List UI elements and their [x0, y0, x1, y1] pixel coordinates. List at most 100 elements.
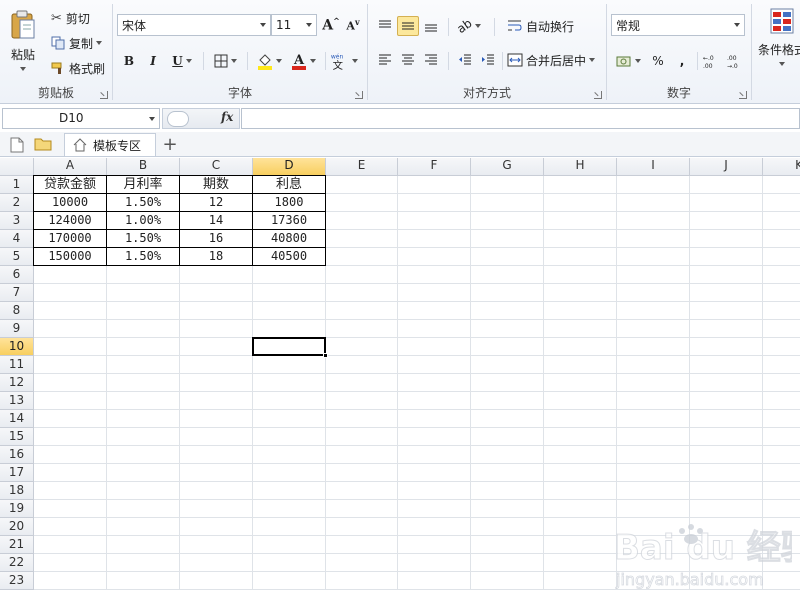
cell-e16[interactable]: [326, 446, 398, 464]
cell-g15[interactable]: [471, 428, 544, 446]
cell-c7[interactable]: [180, 284, 253, 302]
cell-k18[interactable]: [763, 482, 800, 500]
font-name-combo[interactable]: 宋体: [117, 14, 271, 36]
row-header-8[interactable]: 8: [0, 302, 34, 320]
cell-f14[interactable]: [398, 410, 471, 428]
format-painter-button[interactable]: 格式刷: [48, 58, 108, 78]
increase-indent-button[interactable]: [477, 50, 499, 70]
name-box[interactable]: D10: [2, 108, 160, 129]
cell-b22[interactable]: [107, 554, 180, 572]
row-header-13[interactable]: 13: [0, 392, 34, 410]
cell-c21[interactable]: [180, 536, 253, 554]
cell-g14[interactable]: [471, 410, 544, 428]
chevron-down-icon[interactable]: [734, 23, 740, 27]
cell-b3[interactable]: 1.00%: [107, 212, 180, 230]
cell-k13[interactable]: [763, 392, 800, 410]
cell-j14[interactable]: [690, 410, 763, 428]
column-header-f[interactable]: F: [398, 158, 471, 176]
cell-k3[interactable]: [763, 212, 800, 230]
cell-a12[interactable]: [34, 374, 107, 392]
cell-j6[interactable]: [690, 266, 763, 284]
select-all-corner[interactable]: [0, 158, 34, 176]
cell-c1[interactable]: 期数: [180, 176, 253, 194]
cell-b23[interactable]: [107, 572, 180, 590]
cell-g21[interactable]: [471, 536, 544, 554]
cell-d9[interactable]: [253, 320, 326, 338]
cell-f22[interactable]: [398, 554, 471, 572]
column-header-h[interactable]: H: [544, 158, 617, 176]
cell-a5[interactable]: 150000: [34, 248, 107, 266]
cell-a15[interactable]: [34, 428, 107, 446]
cell-a10[interactable]: [34, 338, 107, 356]
cell-c20[interactable]: [180, 518, 253, 536]
cell-j13[interactable]: [690, 392, 763, 410]
cell-h3[interactable]: [544, 212, 617, 230]
cell-c9[interactable]: [180, 320, 253, 338]
bold-button[interactable]: B: [119, 50, 139, 72]
alignment-dialog-launcher-icon[interactable]: [594, 91, 602, 99]
cell-d11[interactable]: [253, 356, 326, 374]
cell-b18[interactable]: [107, 482, 180, 500]
cell-a23[interactable]: [34, 572, 107, 590]
cell-c15[interactable]: [180, 428, 253, 446]
cell-c12[interactable]: [180, 374, 253, 392]
cell-i16[interactable]: [617, 446, 690, 464]
cell-j2[interactable]: [690, 194, 763, 212]
cell-i11[interactable]: [617, 356, 690, 374]
cell-h11[interactable]: [544, 356, 617, 374]
phonetic-guide-button[interactable]: wén 文: [329, 48, 359, 74]
cell-d13[interactable]: [253, 392, 326, 410]
cell-d14[interactable]: [253, 410, 326, 428]
row-header-19[interactable]: 19: [0, 500, 34, 518]
cell-f16[interactable]: [398, 446, 471, 464]
cell-e6[interactable]: [326, 266, 398, 284]
cell-e13[interactable]: [326, 392, 398, 410]
cell-j8[interactable]: [690, 302, 763, 320]
cell-f6[interactable]: [398, 266, 471, 284]
cell-e8[interactable]: [326, 302, 398, 320]
cell-b2[interactable]: 1.50%: [107, 194, 180, 212]
cell-d16[interactable]: [253, 446, 326, 464]
cell-c8[interactable]: [180, 302, 253, 320]
cell-i17[interactable]: [617, 464, 690, 482]
cell-k2[interactable]: [763, 194, 800, 212]
align-bottom-button[interactable]: [420, 16, 442, 36]
cell-f4[interactable]: [398, 230, 471, 248]
cell-f11[interactable]: [398, 356, 471, 374]
cell-a9[interactable]: [34, 320, 107, 338]
cell-g6[interactable]: [471, 266, 544, 284]
cell-a20[interactable]: [34, 518, 107, 536]
cell-d5[interactable]: 40500: [253, 248, 326, 266]
row-header-3[interactable]: 3: [0, 212, 34, 230]
cell-b15[interactable]: [107, 428, 180, 446]
cell-j12[interactable]: [690, 374, 763, 392]
cell-g20[interactable]: [471, 518, 544, 536]
cell-f3[interactable]: [398, 212, 471, 230]
cell-d21[interactable]: [253, 536, 326, 554]
cell-k7[interactable]: [763, 284, 800, 302]
row-header-11[interactable]: 11: [0, 356, 34, 374]
cell-i2[interactable]: [617, 194, 690, 212]
cell-j7[interactable]: [690, 284, 763, 302]
copy-button[interactable]: 复制: [48, 33, 108, 53]
decrease-decimal-button[interactable]: .00 →.0: [725, 50, 747, 72]
cell-e19[interactable]: [326, 500, 398, 518]
cell-k6[interactable]: [763, 266, 800, 284]
merge-center-button[interactable]: 合并后居中: [506, 50, 602, 70]
cell-h10[interactable]: [544, 338, 617, 356]
cell-b17[interactable]: [107, 464, 180, 482]
cell-i6[interactable]: [617, 266, 690, 284]
row-header-2[interactable]: 2: [0, 194, 34, 212]
fill-color-button[interactable]: [253, 50, 285, 72]
new-document-icon[interactable]: [10, 137, 24, 153]
cell-g16[interactable]: [471, 446, 544, 464]
cell-h18[interactable]: [544, 482, 617, 500]
cell-k17[interactable]: [763, 464, 800, 482]
row-header-5[interactable]: 5: [0, 248, 34, 266]
clipboard-dialog-launcher-icon[interactable]: [100, 91, 108, 99]
paste-button[interactable]: 粘贴: [4, 4, 42, 76]
chevron-down-icon[interactable]: [306, 23, 312, 27]
cell-i10[interactable]: [617, 338, 690, 356]
cell-k8[interactable]: [763, 302, 800, 320]
percent-button[interactable]: %: [647, 50, 669, 72]
